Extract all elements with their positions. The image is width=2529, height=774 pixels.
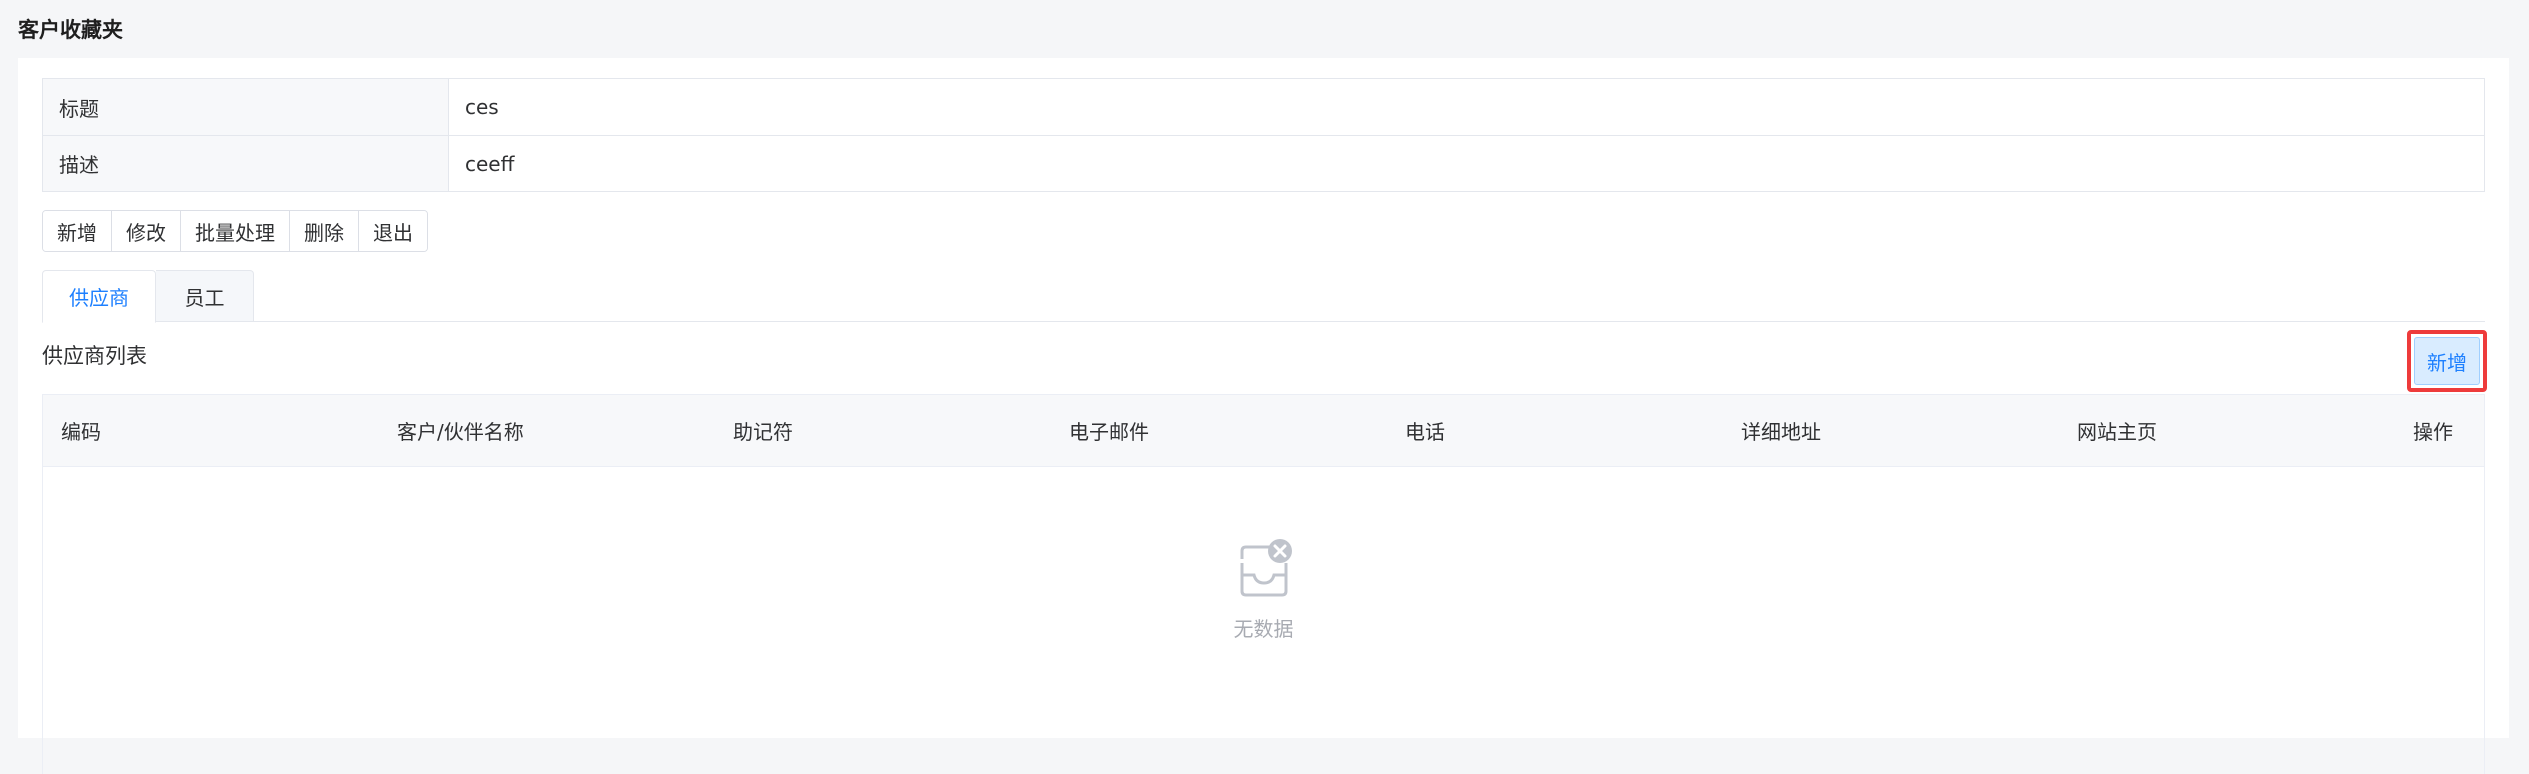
table-header: 编码 客户/伙伴名称 助记符 电子邮件 电话 详细地址 网站主页 操作 [43, 395, 2484, 467]
delete-button[interactable]: 删除 [290, 211, 359, 251]
column-header-code[interactable]: 编码 [43, 395, 379, 466]
empty-state-text: 无数据 [1233, 617, 1294, 641]
supplier-list-title: 供应商列表 [42, 344, 147, 368]
tab-suppliers[interactable]: 供应商 [42, 270, 156, 323]
detail-label: 标题 [43, 79, 449, 135]
detail-row-description: 描述 ceeff [43, 135, 2484, 191]
batch-process-button[interactable]: 批量处理 [181, 211, 290, 251]
column-header-address[interactable]: 详细地址 [1723, 395, 2059, 466]
page-title: 客户收藏夹 [18, 18, 123, 42]
column-header-actions: 操作 [2413, 420, 2453, 444]
column-header-name[interactable]: 客户/伙伴名称 [379, 395, 715, 466]
detail-value: ces [465, 95, 499, 119]
main-card: 标题 ces 描述 ceeff 新增 修改 批量处理 删除 退出 供应商 员工 … [18, 58, 2509, 774]
exit-button[interactable]: 退出 [359, 211, 427, 251]
edit-button[interactable]: 修改 [112, 211, 181, 251]
column-header-email[interactable]: 电子邮件 [1051, 395, 1387, 466]
empty-state: 无数据 [43, 467, 2484, 774]
empty-inbox-icon [1238, 537, 1294, 601]
detail-row-title: 标题 ces [43, 79, 2484, 135]
column-header-website[interactable]: 网站主页 [2059, 395, 2395, 466]
details-table: 标题 ces 描述 ceeff [42, 78, 2485, 192]
detail-label: 描述 [43, 136, 449, 191]
supplier-table: 编码 客户/伙伴名称 助记符 电子邮件 电话 详细地址 网站主页 操作 无数据 [42, 394, 2485, 774]
detail-value: ceeff [465, 151, 515, 176]
tab-employees[interactable]: 员工 [156, 270, 254, 322]
add-supplier-button[interactable]: 新增 [2414, 337, 2480, 385]
column-header-mnemonic[interactable]: 助记符 [715, 395, 1051, 466]
tab-bar: 供应商 员工 [42, 270, 2485, 323]
column-header-phone[interactable]: 电话 [1387, 395, 1723, 466]
add-button[interactable]: 新增 [43, 211, 112, 251]
add-supplier-highlight: 新增 [2407, 330, 2487, 392]
action-button-group: 新增 修改 批量处理 删除 退出 [42, 210, 428, 252]
